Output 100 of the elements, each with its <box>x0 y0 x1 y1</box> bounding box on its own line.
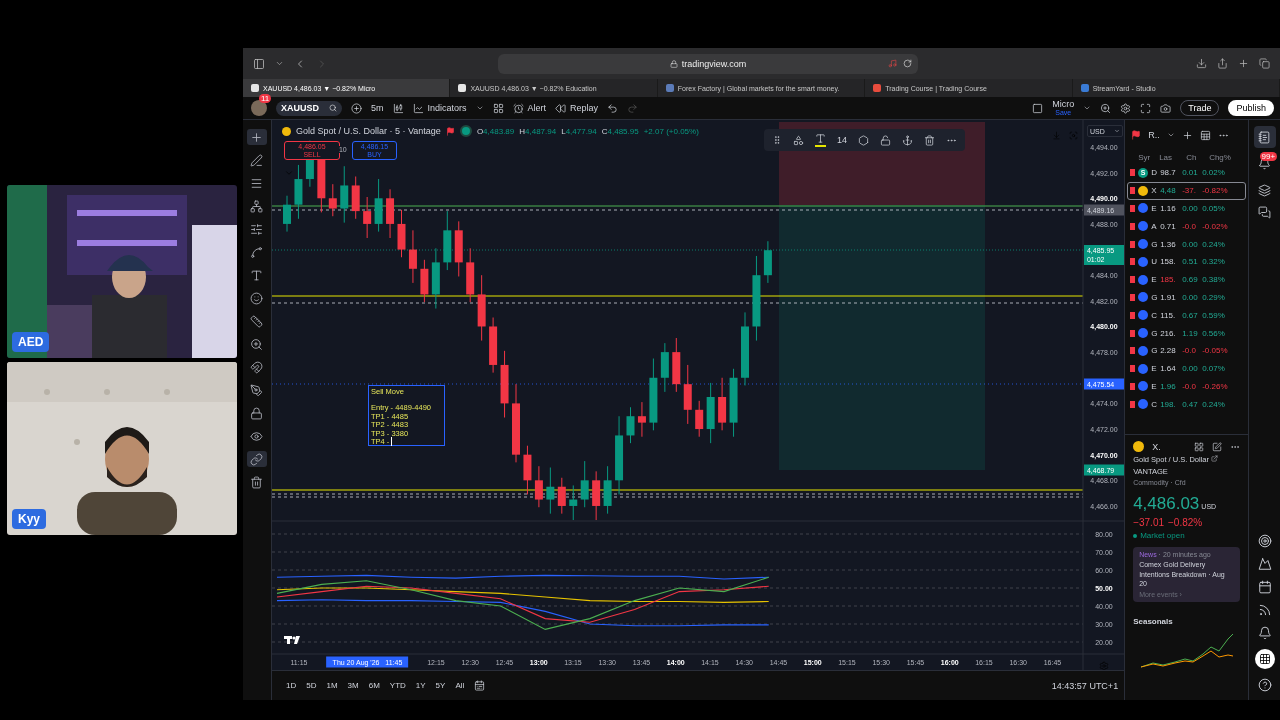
watchlist-title[interactable]: R.. <box>1148 130 1160 140</box>
download-icon[interactable] <box>1196 58 1207 69</box>
magnet-icon[interactable] <box>250 360 264 374</box>
watchlist-row[interactable]: E 1.16 0.00 0.05% <box>1127 199 1246 218</box>
bell-icon[interactable] <box>1257 626 1272 640</box>
indicators-button[interactable]: Indicators <box>412 102 467 114</box>
watchlist-row[interactable]: A 0.71 -0.0 -0.02% <box>1127 217 1246 236</box>
range-button[interactable]: 3M <box>347 681 359 690</box>
watchlist-row[interactable]: C 115. 0.67 0.59% <box>1127 306 1246 325</box>
alert-button[interactable]: Alert <box>512 102 547 114</box>
range-button[interactable]: 5Y <box>435 681 446 690</box>
add-symbol-icon[interactable] <box>351 102 362 114</box>
range-button[interactable]: 6M <box>368 681 380 690</box>
search-icon[interactable] <box>329 104 337 112</box>
publish-button[interactable]: Publish <box>1228 100 1274 116</box>
flag-icon[interactable] <box>1130 311 1136 319</box>
shapes-icon[interactable] <box>792 134 804 146</box>
sidebar-icon[interactable] <box>253 57 265 70</box>
watchlist-row[interactable]: G 2.28 -0.0 -0.05% <box>1127 341 1246 360</box>
flag-icon[interactable] <box>445 126 455 136</box>
flag-icon[interactable] <box>1130 169 1136 177</box>
table-icon[interactable] <box>1199 129 1211 141</box>
chevron-down-icon[interactable] <box>475 104 484 112</box>
flag-icon[interactable] <box>1130 276 1136 284</box>
range-button[interactable]: All <box>455 681 465 690</box>
link-icon[interactable] <box>250 452 264 466</box>
target-icon[interactable] <box>1257 534 1272 548</box>
crosshair-icon[interactable] <box>250 130 264 144</box>
flag-icon[interactable] <box>1130 187 1136 195</box>
unlock-icon[interactable] <box>880 134 891 146</box>
long-position-zone[interactable] <box>778 205 985 470</box>
add-icon[interactable] <box>1181 129 1193 141</box>
delete-icon[interactable] <box>924 134 935 146</box>
watchlist-row[interactable]: E 1.96 -0.0 -0.26% <box>1127 377 1246 396</box>
watchlist-row[interactable]: G 1.36 0.00 0.24% <box>1127 235 1246 253</box>
range-button[interactable]: 5D <box>306 681 317 690</box>
symbol-search[interactable]: XAUUSD <box>276 100 342 116</box>
column-header[interactable]: Las <box>1159 152 1184 162</box>
watchlist-row[interactable]: G 216. 1.19 0.56% <box>1127 324 1246 342</box>
calendar-icon[interactable] <box>1257 580 1272 594</box>
flag-icon[interactable] <box>1130 329 1136 337</box>
edit-icon[interactable] <box>1212 441 1222 452</box>
calendar-icon[interactable] <box>474 680 486 691</box>
range-button[interactable]: 1M <box>326 681 338 690</box>
line-tool-icon[interactable] <box>250 153 264 167</box>
flag-icon[interactable] <box>1130 205 1136 212</box>
grid-icon[interactable] <box>1194 441 1204 452</box>
text-icon[interactable] <box>814 133 826 144</box>
range-button[interactable]: 1D <box>285 681 297 690</box>
indicators-icon[interactable] <box>412 102 424 114</box>
replay-button[interactable]: Replay <box>555 102 599 114</box>
camera-icon[interactable] <box>1160 102 1172 114</box>
pattern-icon[interactable] <box>250 199 264 213</box>
lock-icon[interactable] <box>250 406 264 420</box>
column-header[interactable]: Ch <box>1186 152 1207 162</box>
emoji-icon[interactable] <box>250 291 264 305</box>
flag-icon[interactable] <box>1130 293 1136 301</box>
flag-icon[interactable] <box>1130 382 1136 390</box>
watchlist-row[interactable]: G 1.91 0.00 0.29% <box>1127 288 1246 307</box>
flag-icon[interactable] <box>1130 400 1136 408</box>
feed-icon[interactable] <box>1257 603 1272 617</box>
external-link-icon[interactable] <box>1211 455 1219 462</box>
layout-icon[interactable] <box>492 102 504 114</box>
new-tab-icon[interactable] <box>1238 58 1249 69</box>
zoom-icon[interactable] <box>250 337 264 351</box>
watchlist-row[interactable]: E 185. 0.69 0.38% <box>1127 270 1246 289</box>
address-bar[interactable]: tradingview.com <box>498 53 918 74</box>
rewind-icon[interactable] <box>555 102 567 114</box>
watchlist-row[interactable]: U 158. 0.51 0.32% <box>1127 253 1246 271</box>
flag-icon[interactable] <box>1131 130 1142 140</box>
watchlist-row[interactable]: C 198. 0.47 0.24% <box>1127 395 1246 414</box>
watchlist-row[interactable]: E 1.64 0.00 0.07% <box>1127 359 1246 378</box>
watchlist-row[interactable]: X 4,48 -37. -0.82% <box>1127 181 1246 200</box>
symbol-name[interactable]: X. <box>1152 441 1161 452</box>
quick-search-icon[interactable] <box>1100 102 1112 114</box>
symbol-title[interactable]: Gold Spot / U.S. Dollar · 5 · Vantage <box>295 126 441 136</box>
chevron-down-icon[interactable] <box>1113 128 1120 134</box>
flag-icon[interactable] <box>1130 365 1136 373</box>
column-header[interactable]: Chg% <box>1209 152 1240 162</box>
logo-icon[interactable] <box>283 636 300 644</box>
tabs-icon[interactable] <box>1259 58 1270 69</box>
pen-icon[interactable] <box>250 383 264 397</box>
font-size[interactable]: 14 <box>836 135 847 145</box>
reload-icon[interactable] <box>903 59 912 68</box>
range-button[interactable]: 1Y <box>415 681 426 690</box>
delete-icon[interactable] <box>250 475 264 489</box>
chevron-down-icon[interactable] <box>275 59 284 68</box>
fullscreen-icon[interactable] <box>1140 102 1152 114</box>
range-button[interactable]: YTD <box>389 681 406 690</box>
lines-icon[interactable] <box>250 176 264 190</box>
flag-icon[interactable] <box>1130 222 1136 230</box>
help-icon[interactable] <box>1257 678 1272 692</box>
eye-icon[interactable] <box>250 429 264 443</box>
window-icon[interactable] <box>1032 102 1044 114</box>
ruler-icon[interactable] <box>250 314 264 328</box>
interval-button[interactable]: 5m <box>371 103 384 113</box>
undo-icon[interactable] <box>607 102 619 114</box>
flag-icon[interactable] <box>1130 240 1136 248</box>
layers-icon[interactable] <box>1258 184 1271 197</box>
avatar[interactable] <box>251 100 267 116</box>
